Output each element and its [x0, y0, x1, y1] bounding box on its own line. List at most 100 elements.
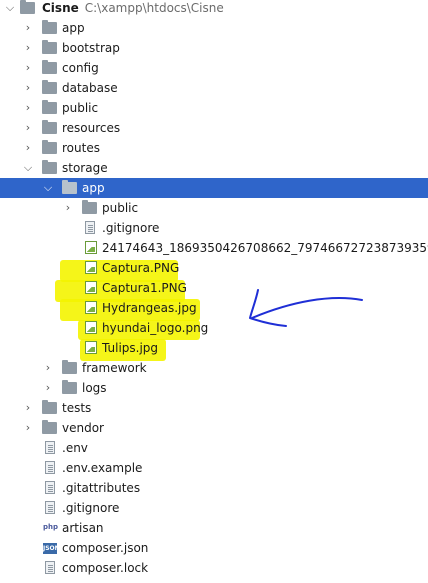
tree-item-label: app — [82, 181, 105, 195]
chevron-right-icon[interactable]: › — [62, 198, 74, 218]
chevron-down-icon[interactable]: ⌵ — [4, 0, 16, 18]
project-tree: ⌵ Cisne C:\xampp\htdocs\Cisne › app › boo… — [0, 0, 428, 583]
chevron-right-icon[interactable]: › — [42, 358, 54, 378]
tree-item-storage-app[interactable]: ⌵ app — [0, 178, 428, 198]
text-file-icon — [85, 221, 95, 234]
folder-icon — [42, 40, 57, 54]
tree-root[interactable]: ⌵ Cisne C:\xampp\htdocs\Cisne — [0, 0, 428, 18]
chevron-right-icon[interactable]: › — [22, 138, 34, 158]
text-file-icon — [45, 481, 55, 494]
image-file-icon — [85, 261, 97, 274]
php-file-icon: php — [43, 523, 59, 531]
tree-item-composer-json[interactable]: JSON composer.json — [0, 538, 428, 558]
chevron-down-icon[interactable]: ⌵ — [22, 158, 34, 178]
chevron-down-icon[interactable]: ⌵ — [42, 178, 54, 198]
folder-icon — [62, 180, 77, 194]
chevron-right-icon[interactable]: › — [22, 58, 34, 78]
folder-icon — [42, 80, 57, 94]
tree-item-storage[interactable]: ⌵ storage — [0, 158, 428, 178]
tree-item-label: tests — [62, 401, 92, 415]
tree-item-env-example[interactable]: .env.example — [0, 458, 428, 478]
tree-item-database[interactable]: › database — [0, 78, 428, 98]
folder-icon — [42, 160, 57, 174]
chevron-right-icon[interactable]: › — [22, 398, 34, 418]
tree-item-label: vendor — [62, 421, 104, 435]
folder-icon — [20, 0, 35, 14]
tree-item-tests[interactable]: › tests — [0, 398, 428, 418]
tree-item-public[interactable]: › public — [0, 98, 428, 118]
tree-item-framework[interactable]: › framework — [0, 358, 428, 378]
chevron-right-icon[interactable]: › — [22, 118, 34, 138]
folder-icon — [42, 420, 57, 434]
tree-item-label: composer.lock — [62, 561, 149, 575]
tree-item-artisan[interactable]: php artisan — [0, 518, 428, 538]
text-file-icon — [45, 561, 55, 574]
tree-item-label: artisan — [62, 521, 104, 535]
folder-icon — [42, 20, 57, 34]
text-file-icon — [45, 441, 55, 454]
tree-item-label: routes — [62, 141, 100, 155]
image-file-icon — [85, 241, 97, 254]
tree-item-resources[interactable]: › resources — [0, 118, 428, 138]
chevron-right-icon[interactable]: › — [22, 38, 34, 58]
tree-item-config[interactable]: › config — [0, 58, 428, 78]
tree-item-long-jpg[interactable]: 24174643_1869350426708662_79746672723873… — [0, 238, 428, 258]
tree-item-label: public — [62, 101, 99, 115]
text-file-icon — [45, 461, 55, 474]
chevron-right-icon[interactable]: › — [22, 418, 34, 438]
image-file-icon — [85, 321, 97, 334]
tree-item-hydrangeas[interactable]: Hydrangeas.jpg — [0, 298, 428, 318]
tree-item-label: bootstrap — [62, 41, 120, 55]
tree-item-logs[interactable]: › logs — [0, 378, 428, 398]
tree-item-label: .gitignore — [62, 501, 120, 515]
tree-item-label: logs — [82, 381, 107, 395]
tree-item-app-gitignore[interactable]: .gitignore — [0, 218, 428, 238]
folder-icon — [42, 140, 57, 154]
tree-item-root-gitignore[interactable]: .gitignore — [0, 498, 428, 518]
tree-item-composer-lock[interactable]: composer.lock — [0, 558, 428, 578]
folder-icon — [42, 100, 57, 114]
tree-item-label: .env.example — [62, 461, 143, 475]
chevron-right-icon[interactable]: › — [22, 78, 34, 98]
tree-item-vendor[interactable]: › vendor — [0, 418, 428, 438]
tree-item-label: composer.json — [62, 541, 149, 555]
tree-item-captura1[interactable]: Captura1.PNG — [0, 278, 428, 298]
tree-item-label: database — [62, 81, 118, 95]
tree-item-label: resources — [62, 121, 121, 135]
tree-item-hyundai-logo[interactable]: hyundai_logo.png — [0, 318, 428, 338]
project-name: Cisne — [42, 1, 79, 15]
tree-item-gitattributes[interactable]: .gitattributes — [0, 478, 428, 498]
tree-item-label: Captura.PNG — [102, 261, 180, 275]
chevron-right-icon[interactable]: › — [22, 18, 34, 38]
tree-item-label: app — [62, 21, 85, 35]
text-file-icon — [45, 501, 55, 514]
tree-item-label: .gitignore — [102, 221, 160, 235]
folder-icon — [62, 380, 77, 394]
tree-item-env[interactable]: .env — [0, 438, 428, 458]
tree-item-label: .env — [62, 441, 88, 455]
json-file-icon: JSON — [43, 543, 60, 554]
tree-item-label: 24174643_1869350426708662_79746672723873… — [102, 241, 428, 255]
chevron-right-icon[interactable]: › — [22, 98, 34, 118]
tree-item-label: Hydrangeas.jpg — [102, 301, 197, 315]
folder-icon — [42, 120, 57, 134]
tree-item-label: Tulips.jpg — [102, 341, 159, 355]
folder-icon — [82, 200, 97, 214]
folder-icon — [42, 60, 57, 74]
tree-item-label: config — [62, 61, 99, 75]
folder-icon — [42, 400, 57, 414]
image-file-icon — [85, 341, 97, 354]
tree-item-bootstrap[interactable]: › bootstrap — [0, 38, 428, 58]
image-file-icon — [85, 281, 97, 294]
chevron-right-icon[interactable]: › — [42, 378, 54, 398]
tree-item-label: framework — [82, 361, 147, 375]
tree-item-label: Captura1.PNG — [102, 281, 187, 295]
tree-item-app[interactable]: › app — [0, 18, 428, 38]
tree-item-routes[interactable]: › routes — [0, 138, 428, 158]
tree-item-captura[interactable]: Captura.PNG — [0, 258, 428, 278]
image-file-icon — [85, 301, 97, 314]
tree-item-tulips[interactable]: Tulips.jpg — [0, 338, 428, 358]
tree-item-label: storage — [62, 161, 108, 175]
tree-item-app-public[interactable]: › public — [0, 198, 428, 218]
folder-icon — [62, 360, 77, 374]
